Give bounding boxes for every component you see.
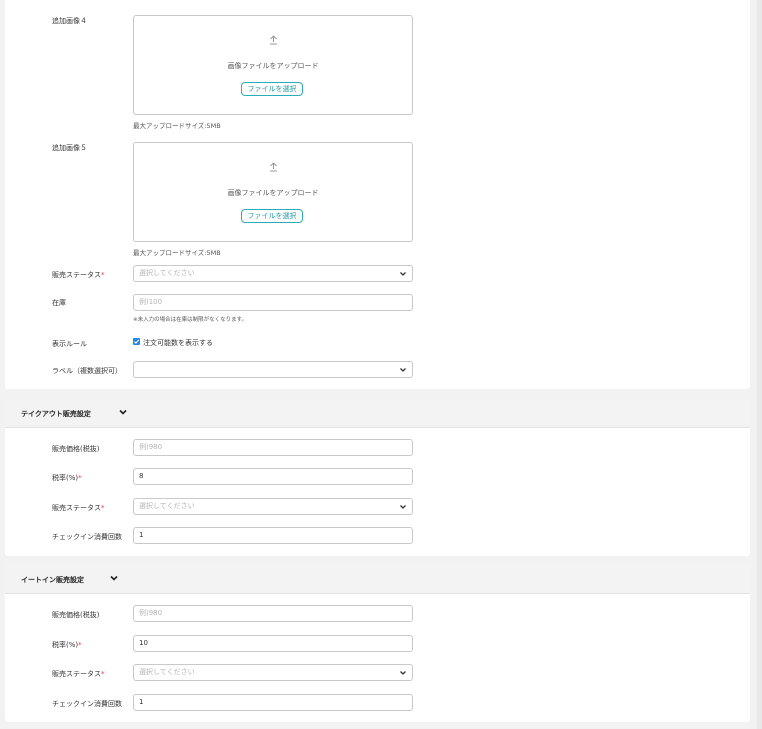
- eatin-price-label: 販売価格(税抜): [52, 611, 100, 619]
- required-mark: *: [78, 474, 82, 482]
- required-mark: *: [78, 641, 82, 649]
- chevron-down-icon: [400, 272, 406, 276]
- eatin-header[interactable]: イートイン販売設定: [5, 565, 750, 594]
- takeout-checkin-input[interactable]: 1: [133, 527, 413, 544]
- product-settings-card: 追加画像４ 画像ファイルをアップロード ファイルを選択 最大アップロードサイズ:…: [5, 0, 750, 389]
- checkbox-checked-icon[interactable]: [133, 338, 140, 345]
- display-rule-label: 表示ルール: [52, 340, 87, 348]
- sales-status-select[interactable]: 選択してください: [133, 265, 413, 282]
- takeout-checkin-value: 1: [139, 531, 144, 539]
- image4-upload-text: 画像ファイルをアップロード: [227, 62, 319, 70]
- takeout-title: テイクアウト販売設定: [21, 410, 91, 418]
- eatin-price-input[interactable]: 例)980: [133, 605, 413, 622]
- takeout-price-input[interactable]: 例)980: [133, 439, 413, 456]
- stock-input[interactable]: 例)100: [133, 294, 413, 311]
- takeout-checkin-label: チェックイン消費回数: [52, 533, 122, 541]
- required-mark: *: [101, 271, 105, 279]
- sales-status-label: 販売ステータス*: [52, 271, 105, 279]
- image5-size-note: 最大アップロードサイズ:5MB: [133, 249, 221, 257]
- sales-status-placeholder: 選択してください: [139, 269, 195, 277]
- eatin-checkin-label: チェックイン消費回数: [52, 700, 122, 708]
- image4-dropzone[interactable]: 画像ファイルをアップロード ファイルを選択: [133, 15, 413, 115]
- eatin-sales-status-select[interactable]: 選択してください: [133, 664, 413, 681]
- eatin-title: イートイン販売設定: [21, 576, 84, 584]
- labels-label: ラベル（複数選択可）: [52, 367, 122, 375]
- required-mark: *: [101, 504, 105, 512]
- image4-label: 追加画像４: [52, 17, 87, 25]
- required-mark: *: [101, 670, 105, 678]
- takeout-sales-status-select[interactable]: 選択してください: [133, 498, 413, 515]
- eatin-checkin-value: 1: [139, 698, 144, 706]
- upload-icon: [134, 35, 412, 48]
- chevron-down-icon[interactable]: [108, 572, 120, 584]
- chevron-down-icon: [400, 505, 406, 509]
- chevron-down-icon: [400, 671, 406, 675]
- takeout-price-placeholder: 例)980: [139, 443, 163, 451]
- stock-placeholder: 例)100: [139, 298, 163, 306]
- eatin-tax-input[interactable]: 10: [133, 635, 413, 652]
- eatin-settings-card: イートイン販売設定 販売価格(税抜) 例)980 税率(%)* 10 販売ステー…: [5, 565, 750, 722]
- image5-file-select-button[interactable]: ファイルを選択: [241, 209, 303, 223]
- eatin-checkin-input[interactable]: 1: [133, 694, 413, 711]
- takeout-tax-label: 税率(%)*: [52, 474, 82, 482]
- takeout-tax-input[interactable]: 8: [133, 468, 413, 485]
- eatin-sales-status-label: 販売ステータス*: [52, 670, 105, 678]
- image5-upload-text: 画像ファイルをアップロード: [227, 189, 319, 197]
- stock-note: ※未入力の場合は在庫は制限がなくなります。: [133, 317, 248, 323]
- chevron-down-icon: [400, 368, 406, 372]
- eatin-tax-value: 10: [139, 639, 148, 647]
- takeout-settings-card: テイクアウト販売設定 販売価格(税抜) 例)980 税率(%)* 8 販売ステー…: [5, 399, 750, 556]
- chevron-down-icon[interactable]: [117, 406, 129, 418]
- page-scrollbar[interactable]: [757, 0, 762, 729]
- image4-size-note: 最大アップロードサイズ:5MB: [133, 122, 221, 130]
- image5-label: 追加画像５: [52, 144, 87, 152]
- image4-file-select-button[interactable]: ファイルを選択: [241, 82, 303, 96]
- eatin-tax-label: 税率(%)*: [52, 641, 82, 649]
- stock-label: 在庫: [52, 299, 66, 307]
- takeout-sales-status-placeholder: 選択してください: [139, 502, 195, 510]
- takeout-sales-status-label: 販売ステータス*: [52, 504, 105, 512]
- takeout-tax-value: 8: [139, 472, 144, 480]
- upload-icon: [134, 162, 412, 175]
- labels-multiselect[interactable]: [133, 361, 413, 378]
- display-orderable-count-label[interactable]: 注文可能数を表示する: [143, 338, 213, 348]
- takeout-price-label: 販売価格(税抜): [52, 445, 100, 453]
- takeout-header[interactable]: テイクアウト販売設定: [5, 399, 750, 428]
- eatin-sales-status-placeholder: 選択してください: [139, 668, 195, 676]
- image5-dropzone[interactable]: 画像ファイルをアップロード ファイルを選択: [133, 142, 413, 242]
- eatin-price-placeholder: 例)980: [139, 609, 163, 617]
